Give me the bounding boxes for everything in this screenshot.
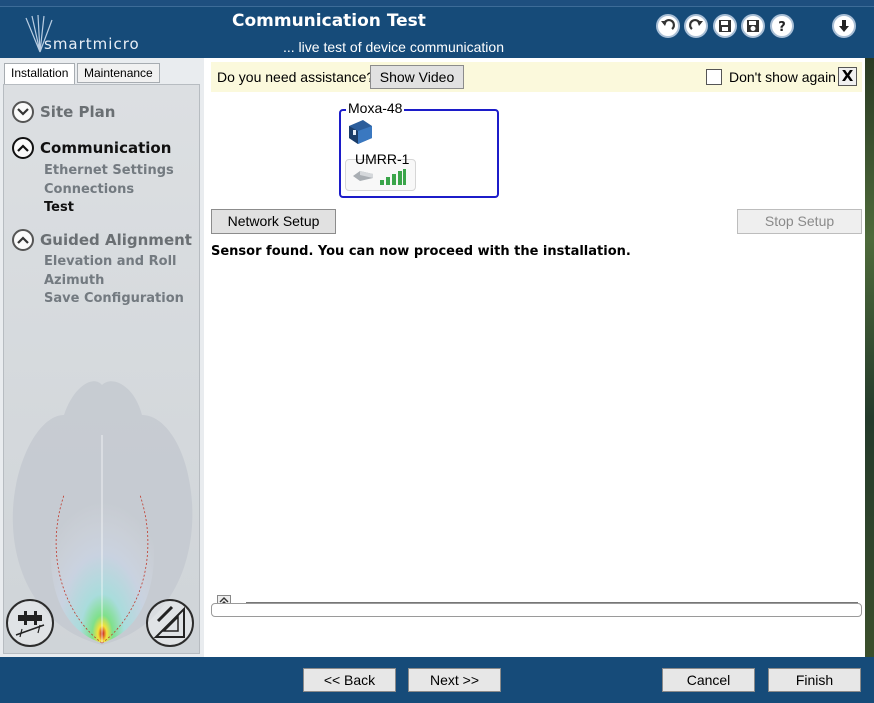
nav-item-test[interactable]: Test: [44, 200, 74, 215]
title-bar: smartmicro Communication Test ... live t…: [0, 0, 874, 58]
window-top-strip: [0, 0, 874, 7]
svg-text:?: ?: [778, 20, 786, 34]
tab-installation[interactable]: Installation: [4, 63, 76, 85]
save-as-icon: [747, 20, 759, 32]
background-desktop-edge: [865, 58, 874, 658]
undo-icon: [661, 19, 675, 30]
nav-item-elevation-and-roll[interactable]: Elevation and Roll: [44, 254, 177, 269]
help-button[interactable]: ?: [770, 14, 794, 38]
nav-section-guided-alignment[interactable]: Guided Alignment: [12, 229, 192, 251]
mounting-setup-button[interactable]: [6, 599, 54, 647]
dont-show-label: Don't show again: [729, 69, 836, 85]
assistance-question: Do you need assistance?: [217, 69, 375, 85]
redo-button[interactable]: [684, 14, 708, 38]
back-button[interactable]: << Back: [303, 668, 396, 692]
cancel-button[interactable]: Cancel: [662, 668, 755, 692]
signal-strength-icon: [380, 169, 406, 185]
sensor-name: UMRR-1: [355, 151, 410, 167]
assistance-bar: Do you need assistance? Show Video Don't…: [211, 62, 862, 92]
help-icon: ?: [778, 20, 786, 34]
chevron-down-icon: [12, 101, 34, 123]
close-assist-button[interactable]: X: [838, 67, 857, 86]
navigation-panel: Site Plan Communication Ethernet Setting…: [3, 84, 200, 654]
log-panel: [211, 603, 862, 617]
nav-section-label: Communication: [40, 139, 172, 157]
dont-show-checkbox[interactable]: [706, 69, 722, 85]
status-message: Sensor found. You can now proceed with t…: [211, 244, 631, 259]
finish-button[interactable]: Finish: [768, 668, 861, 692]
redo-icon: [689, 19, 703, 30]
alignment-tool-button[interactable]: [146, 599, 194, 647]
nav-item-save-configuration[interactable]: Save Configuration: [44, 291, 184, 306]
nav-section-label: Guided Alignment: [40, 231, 192, 249]
save-button[interactable]: [713, 14, 737, 38]
nav-item-ethernet-settings[interactable]: Ethernet Settings: [44, 163, 174, 178]
gateway-name: Moxa-48: [346, 100, 405, 116]
undo-button[interactable]: [656, 14, 680, 38]
download-icon: [839, 20, 849, 32]
nav-section-communication[interactable]: Communication: [12, 137, 171, 159]
chevron-up-icon: [12, 229, 34, 251]
nav-item-azimuth[interactable]: Azimuth: [44, 273, 104, 288]
gateway-device-icon: [349, 120, 372, 144]
page-subtitle: ... live test of device communication: [283, 39, 504, 55]
chevron-up-icon: [12, 137, 34, 159]
nav-section-label: Site Plan: [40, 103, 116, 121]
network-setup-button[interactable]: Network Setup: [211, 209, 336, 234]
next-button[interactable]: Next >>: [408, 668, 501, 692]
ruler-triangle-icon: [153, 605, 185, 638]
nav-section-site-plan[interactable]: Site Plan: [12, 101, 115, 123]
page-title: Communication Test: [232, 11, 426, 31]
show-video-button[interactable]: Show Video: [370, 65, 464, 89]
logo-text: smartmicro: [44, 35, 140, 53]
sensor-device-icon: [353, 171, 373, 181]
save-as-button[interactable]: [741, 14, 765, 38]
stop-setup-button[interactable]: Stop Setup: [737, 209, 862, 234]
nav-item-connections[interactable]: Connections: [44, 182, 134, 197]
tab-maintenance[interactable]: Maintenance: [77, 63, 160, 83]
download-button[interactable]: [832, 14, 856, 38]
mounting-pole-icon: [15, 611, 45, 638]
save-icon: [719, 20, 731, 32]
